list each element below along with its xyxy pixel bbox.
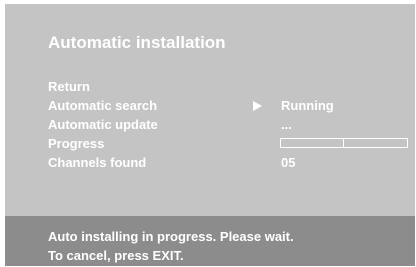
menu-item-return[interactable]: Return	[48, 77, 158, 96]
menu-item-automatic-search[interactable]: Automatic search	[48, 96, 158, 115]
cancel-hint: To cancel, press EXIT.	[48, 248, 184, 263]
progress-bar	[280, 138, 408, 148]
automatic-search-status: Running	[281, 98, 334, 113]
menu-item-progress: Progress	[48, 136, 105, 151]
value-row-automatic-update: ...	[253, 115, 415, 134]
value-row-channels-found: 05	[253, 153, 415, 172]
automatic-update-status: ...	[281, 117, 292, 132]
progress-fill	[281, 139, 344, 147]
menu-item-channels-found: Channels found	[48, 155, 147, 170]
value-row-progress	[253, 134, 415, 153]
value-row-return	[253, 77, 415, 96]
play-arrow-icon	[253, 100, 262, 111]
menu-item-automatic-update[interactable]: Automatic update	[48, 115, 158, 134]
status-message: Auto installing in progress. Please wait…	[48, 229, 294, 244]
installation-panel: Automatic installation Return Automatic …	[5, 4, 415, 266]
channels-found-count: 05	[281, 155, 296, 170]
status-footer: Auto installing in progress. Please wait…	[5, 216, 415, 266]
settings-values: Running ... 05	[253, 77, 415, 172]
value-row-automatic-search: Running	[253, 96, 415, 115]
page-title: Automatic installation	[48, 33, 226, 52]
settings-menu: Return Automatic search Automatic update…	[48, 77, 158, 172]
